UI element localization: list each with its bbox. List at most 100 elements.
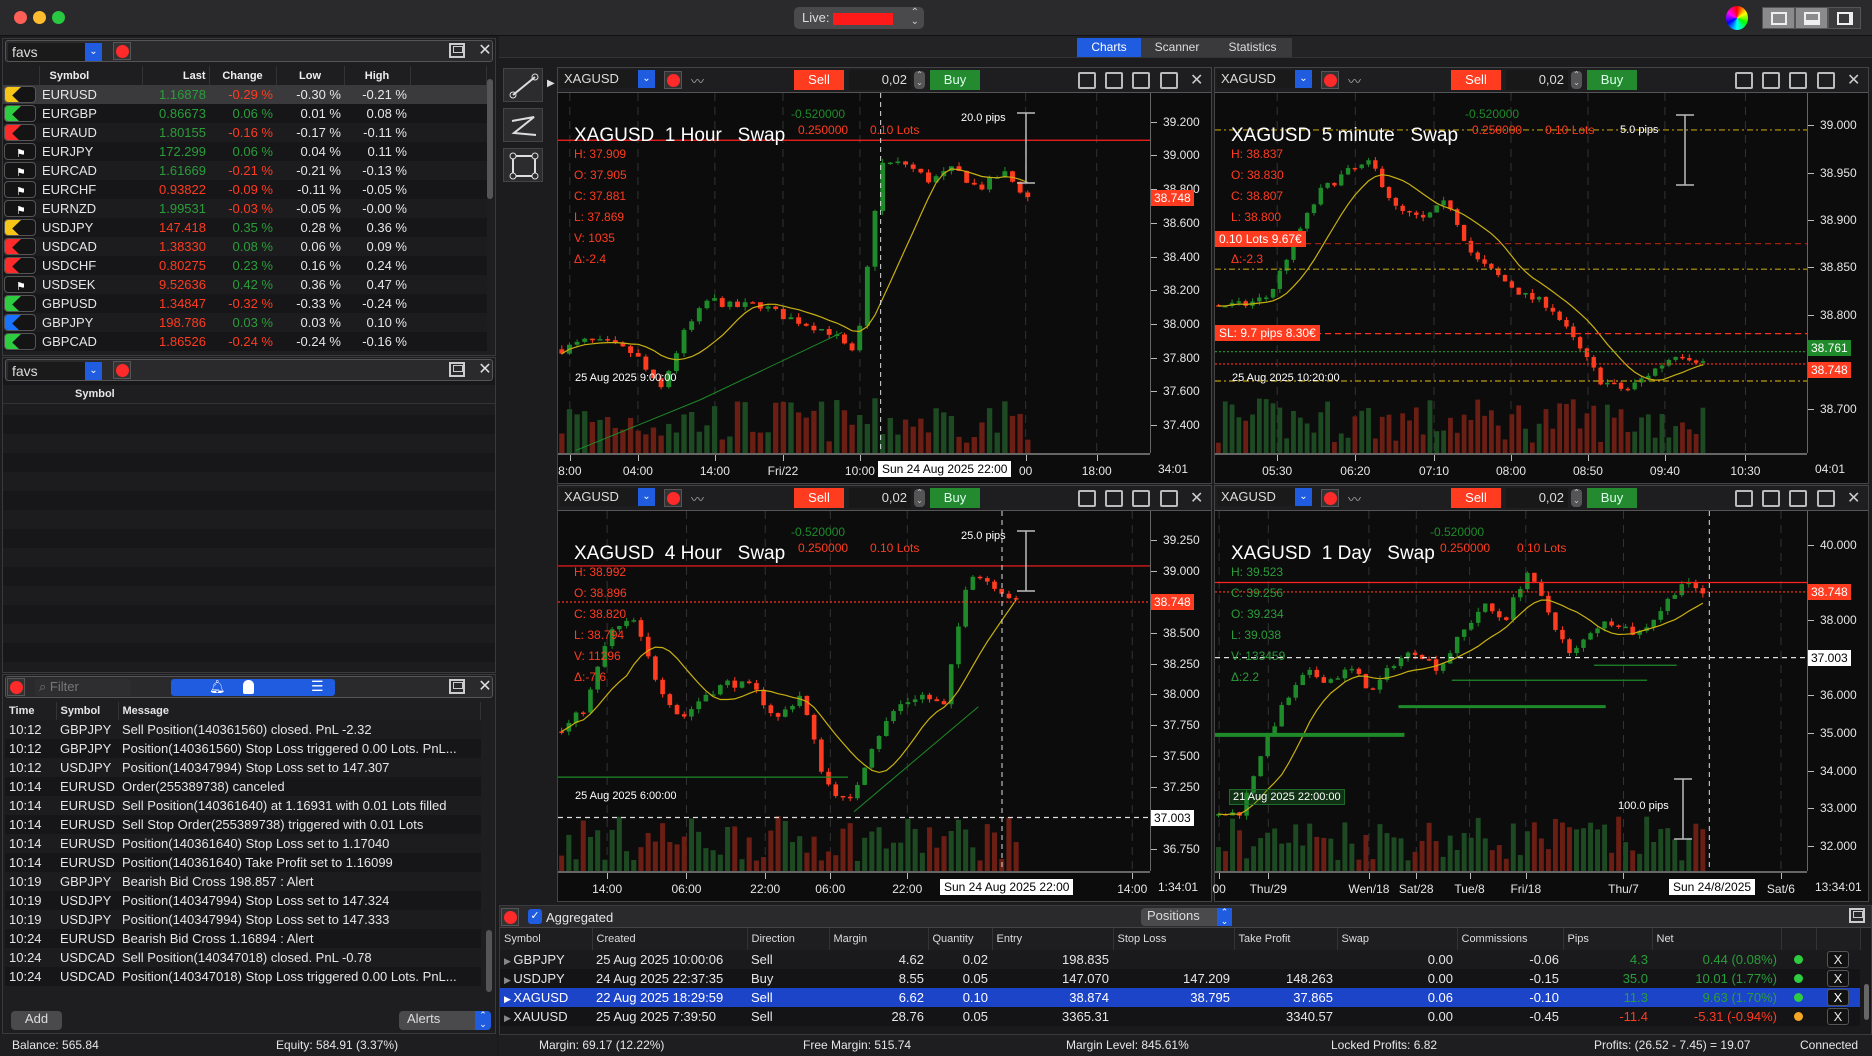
journal-row[interactable]: 10:19 USDJPY Position(140347994) Stop Loss… (5, 891, 481, 910)
col-direction[interactable]: Direction (747, 928, 830, 950)
watchlist-row[interactable]: EURAUD 1.80155 -0.16 % -0.17 % -0.11 % (3, 123, 487, 142)
price-plot[interactable]: XAGUSD 4 Hour Swap -0.520000 0.250000 0.10 … (558, 511, 1150, 871)
quantity-input[interactable]: 0,02 (1506, 488, 1568, 508)
col-net[interactable]: Net (1652, 928, 1782, 950)
layout-left-button[interactable] (1762, 7, 1795, 29)
buy-button[interactable]: Buy (930, 488, 980, 508)
quantity-input[interactable]: 0,02 (849, 488, 911, 508)
close-icon[interactable]: ✕ (1190, 488, 1203, 508)
watchlist-row[interactable]: USDCHF 0.80275 0.23 % 0.16 % 0.24 % (3, 256, 487, 275)
indicators-icon[interactable]: 〰 (691, 71, 704, 90)
maximize-icon[interactable] (1817, 72, 1835, 89)
col-quantity[interactable]: Quantity (928, 928, 993, 950)
view-select[interactable]: Positions ⌃ ⌄ (1141, 908, 1232, 926)
watchlist-row[interactable]: USDJPY 147.418 0.35 % 0.28 % 0.36 % (3, 218, 487, 237)
journal-row[interactable]: 10:12 GBPJPY Position(140361560) Stop Loss… (5, 739, 481, 758)
split-vertical-icon[interactable] (1762, 490, 1780, 507)
close-icon[interactable]: ✕ (1847, 70, 1860, 90)
symbol-select[interactable]: XAGUSD ⌄ (560, 70, 655, 88)
close-icon[interactable]: ✕ (476, 43, 494, 60)
watchlist-row[interactable]: USDCAD 1.38330 0.08 % 0.06 % 0.09 % (3, 237, 487, 256)
split-horizontal-icon[interactable] (1078, 490, 1096, 507)
split-vertical-icon[interactable] (1105, 490, 1123, 507)
watchlist-row[interactable]: ⚑ EURCAD 1.61669 -0.21 % -0.21 % -0.13 % (3, 161, 487, 180)
close-position-button[interactable]: X (1827, 970, 1849, 987)
watchlist-row[interactable]: ⚑ USDSEK 9.52636 0.42 % 0.36 % 0.47 % (3, 275, 487, 294)
journal-row[interactable]: 10:14 EURUSD Position(140361640) Stop Loss… (5, 834, 481, 853)
record-button[interactable] (7, 678, 25, 696)
col-entry[interactable]: Entry (992, 928, 1114, 950)
tab-charts[interactable]: Charts (1077, 38, 1141, 57)
col-symbol[interactable]: Symbol (39, 66, 143, 85)
flag-button[interactable] (4, 257, 36, 274)
quantity-input[interactable]: 0,02 (1506, 70, 1568, 90)
fit-icon[interactable] (1789, 72, 1807, 89)
record-button[interactable] (1321, 489, 1339, 507)
col-created[interactable]: Created (592, 928, 748, 950)
layout-bottom-button[interactable] (1795, 7, 1828, 29)
watchlist-row[interactable]: ⚑ EURJPY 172.299 0.06 % 0.04 % 0.11 % (3, 142, 487, 161)
journal-row[interactable]: 10:19 USDJPY Position(140347994) Stop Loss… (5, 910, 481, 929)
record-button[interactable] (113, 361, 131, 379)
journal-row[interactable]: 10:24 USDCAD Sell Position(140347018) clos… (5, 948, 481, 967)
quantity-stepper[interactable]: ⌃ ⌄ (1571, 489, 1582, 507)
watchlist-row[interactable]: GBPJPY 198.786 0.03 % 0.03 % 0.10 % (3, 313, 487, 332)
watchlist-row[interactable]: EURUSD 1.16878 -0.29 % -0.30 % -0.21 % (3, 85, 487, 104)
flag-button[interactable]: ⚑ (4, 200, 36, 217)
chart-window[interactable]: XAGUSD ⌄ 〰 Sell 0,02 ⌃ ⌄ Buy ✕ XAGUSD 1 Day Swap -… (1212, 485, 1869, 902)
line-tool-button[interactable] (503, 68, 543, 102)
split-horizontal-icon[interactable] (1078, 72, 1096, 89)
flag-button[interactable]: ⚑ (4, 276, 36, 293)
col-symbol[interactable]: Symbol (56, 702, 119, 720)
fit-icon[interactable] (1132, 490, 1150, 507)
journal-row[interactable]: 10:14 EURUSD Position(140361640) Take Prof… (5, 853, 481, 872)
col-commissions[interactable]: Commissions (1457, 928, 1564, 950)
price-plot[interactable]: XAGUSD 1 Hour Swap -0.520000 0.250000 0.10 … (558, 93, 1150, 453)
quantity-stepper[interactable]: ⌃ ⌄ (1571, 71, 1582, 89)
chart-window[interactable]: XAGUSD ⌄ 〰 Sell 0,02 ⌃ ⌄ Buy ✕ XAGUSD 4 Hour Swap… (557, 485, 1212, 902)
position-row[interactable]: ▶ USDJPY 24 Aug 2025 22:37:35 Buy 8.55 0.05 1… (500, 969, 1860, 988)
flag-button[interactable]: ⚑ (4, 181, 36, 198)
flag-button[interactable] (4, 219, 36, 236)
journal-row[interactable]: 10:12 USDJPY Position(140347994) Stop Loss… (5, 758, 481, 777)
close-icon[interactable]: ✕ (476, 679, 494, 696)
watchlist-select[interactable]: favs ⌄ (8, 43, 102, 61)
position-row[interactable]: ▶ XAGUSD 22 Aug 2025 18:29:59 Sell 6.62 0.10… (500, 988, 1860, 1007)
zoom-window-button[interactable] (52, 11, 65, 24)
quantity-input[interactable]: 0,02 (849, 70, 911, 90)
record-button[interactable] (113, 42, 131, 60)
col-message[interactable]: Message (118, 702, 481, 720)
col-swap[interactable]: Swap (1337, 928, 1458, 950)
sell-button[interactable]: Sell (794, 488, 844, 508)
close-position-button[interactable]: X (1827, 1008, 1849, 1025)
layout-right-button[interactable] (1828, 7, 1861, 29)
flag-button[interactable] (4, 86, 36, 103)
aggregated-checkbox[interactable]: ✓ (528, 909, 542, 924)
flag-button[interactable] (4, 105, 36, 122)
split-vertical-icon[interactable] (1105, 72, 1123, 89)
journal-row[interactable]: 10:14 EURUSD Sell Position(140361640) at 1… (5, 796, 481, 815)
flag-button[interactable] (4, 295, 36, 312)
sell-button[interactable]: Sell (794, 70, 844, 90)
flag-button[interactable] (4, 238, 36, 255)
buy-button[interactable]: Buy (930, 70, 980, 90)
watchlist-row[interactable]: ⚑ EURNZD 1.99531 -0.03 % -0.05 % -0.00 % (3, 199, 487, 218)
record-button[interactable] (664, 71, 682, 89)
flag-button[interactable] (4, 124, 36, 141)
close-icon[interactable]: ✕ (1847, 488, 1860, 508)
flag-button[interactable] (4, 314, 36, 331)
indicators-icon[interactable]: 〰 (1348, 71, 1361, 90)
android-icon[interactable] (243, 680, 254, 694)
symbol-select[interactable]: XAGUSD ⌄ (1217, 488, 1312, 506)
col-take-profit[interactable]: Take Profit (1234, 928, 1338, 950)
col-high[interactable]: High (344, 66, 411, 85)
close-window-button[interactable] (14, 11, 27, 24)
filter-input[interactable]: ⌕ Filter (35, 679, 131, 696)
expand-arrow-icon[interactable]: ▶ (504, 975, 513, 985)
maximize-icon[interactable] (449, 362, 465, 377)
journal-row[interactable]: 10:14 EURUSD Order(255389738) canceled (5, 777, 481, 796)
fit-icon[interactable] (1132, 72, 1150, 89)
expand-toolbar-icon[interactable]: ▶ (547, 78, 555, 89)
flag-button[interactable]: ⚑ (4, 162, 36, 179)
bell-icon[interactable]: 🔔︎ (209, 679, 226, 695)
